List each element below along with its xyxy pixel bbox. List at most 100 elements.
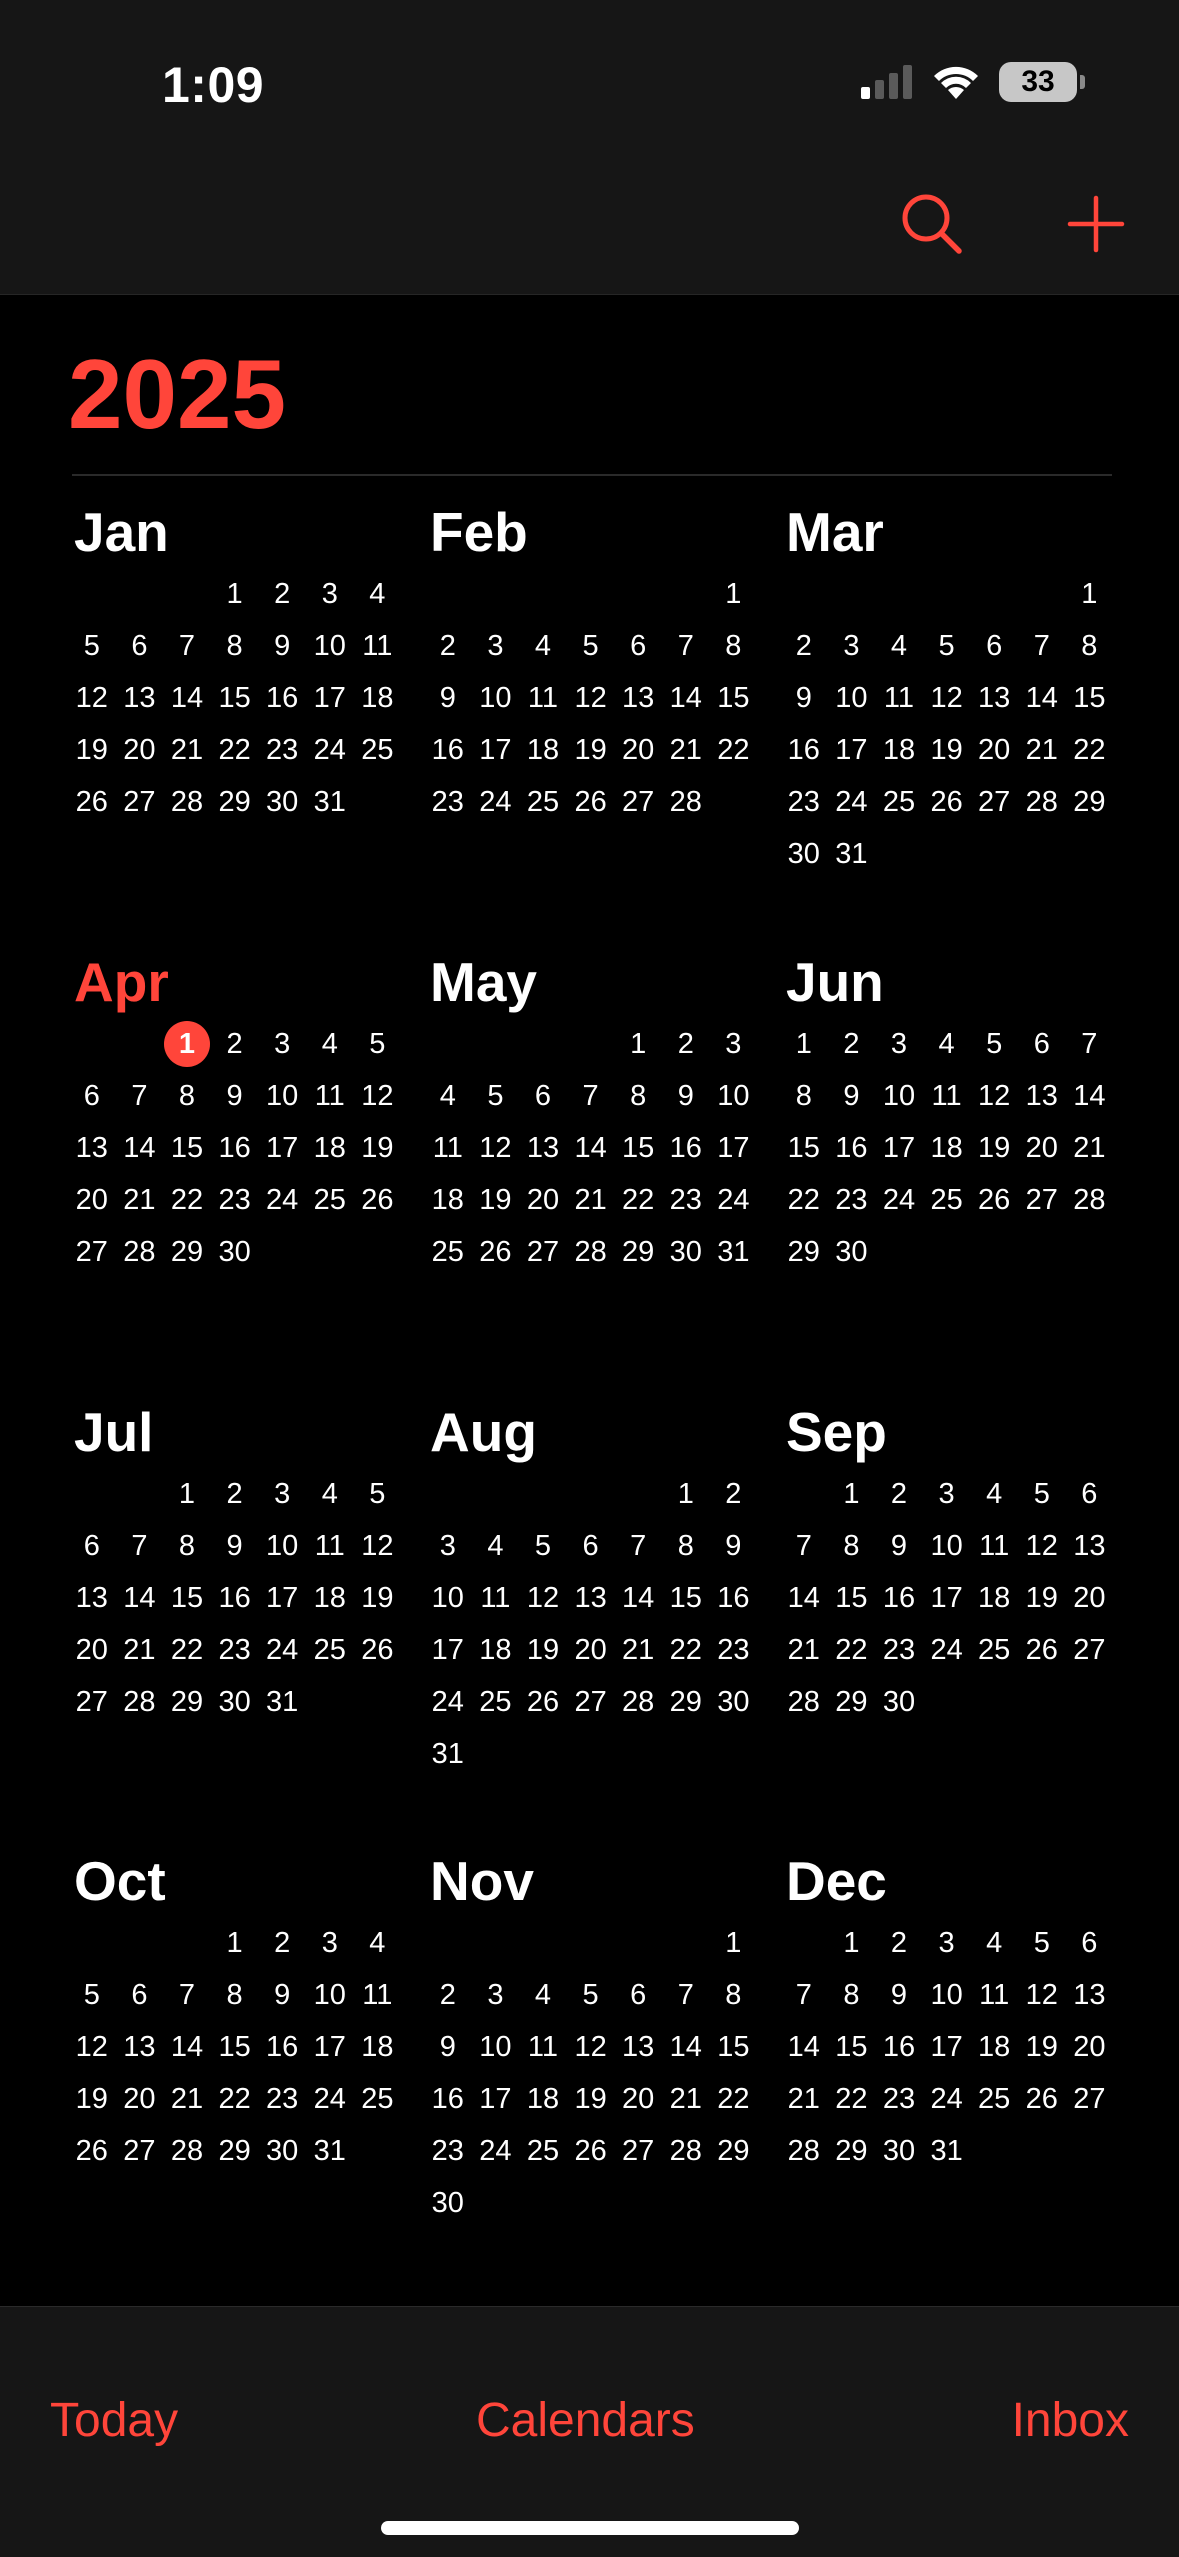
day: 7 <box>131 1530 148 1562</box>
day: 20 <box>978 734 1011 766</box>
day: 2 <box>725 1478 742 1510</box>
day: 28 <box>170 2135 204 2167</box>
bottom-toolbar: Today Calendars Inbox <box>0 2306 1179 2557</box>
month-jan[interactable]: Jan 1 2 3 4 5 6 7 8 9 10 11 12 13 14 15 16 17 18 19 20 21 22 23… <box>68 498 408 828</box>
day: 7 <box>178 1979 196 2011</box>
day: 5 <box>582 1979 599 2011</box>
day: 19 <box>1025 1582 1058 1614</box>
today-marker: 1 <box>163 1021 210 1067</box>
month-days: 1 2 3 4 5 6 7 8 9 10 11 12 13 14 15 16 17 18 19 20 21 22 23 24 2… <box>68 1018 408 1278</box>
day: 25 <box>361 2083 394 2115</box>
day: 22 <box>622 1184 655 1216</box>
month-feb[interactable]: Feb 1 2 3 4 5 6 7 8 9 10 11 12 13 14 15 16 17 18 19 20 21 22 23… <box>424 498 764 828</box>
day: 27 <box>1073 1634 1106 1666</box>
month-jul[interactable]: Jul 1 2 3 4 5 6 7 8 9 10 11 12 13 14 15 16 17 18 19 20 21 22 23… <box>68 1398 408 1728</box>
day: 27 <box>123 786 156 818</box>
day: 25 <box>431 1236 464 1268</box>
day: 28 <box>669 786 702 818</box>
day: 30 <box>882 2135 916 2167</box>
day: 22 <box>170 1634 204 1666</box>
day: 23 <box>266 2083 299 2115</box>
day: 13 <box>123 682 156 714</box>
day: 18 <box>313 1582 346 1614</box>
day: 1 <box>226 1927 243 1959</box>
month-nov[interactable]: Nov 1 2 3 4 5 6 7 8 9 10 11 12 13 14 15 16 17 18 19 20 21 22 23… <box>424 1847 764 2229</box>
month-days: 1 2 3 4 5 6 7 8 9 10 11 12 13 14 15 16 17 18 19 20 21 22 23 24 2… <box>68 1468 408 1728</box>
inbox-button[interactable]: Inbox <box>1012 2393 1129 2448</box>
day: 5 <box>582 630 599 662</box>
day: 14 <box>170 2031 204 2063</box>
day: 15 <box>218 682 251 714</box>
day: 19 <box>526 1634 560 1666</box>
month-days: 1 2 3 4 5 6 7 8 9 10 11 12 13 14 15 16 17 18 19 20 21 22 23 24 2… <box>424 568 764 828</box>
day: 5 <box>1033 1478 1050 1510</box>
day: 2 <box>677 1028 694 1060</box>
day: 11 <box>527 2031 559 2063</box>
day: 31 <box>431 1738 464 1770</box>
day: 6 <box>1033 1028 1050 1060</box>
day: 5 <box>534 1530 552 1562</box>
today-button[interactable]: Today <box>50 2393 178 2448</box>
day: 24 <box>835 786 868 818</box>
day: 31 <box>930 2135 963 2167</box>
day: 17 <box>717 1132 750 1164</box>
day: 4 <box>369 1927 386 1959</box>
month-days: 1 2 3 4 5 6 7 8 9 10 11 12 13 14 15 16 17 18 19 20 21 22 23 24 2… <box>424 1917 764 2229</box>
month-may[interactable]: May 1 2 3 4 5 6 7 8 9 10 11 12 13 14 15 16 17 18 19 20 21 22 23… <box>424 948 764 1278</box>
day: 25 <box>882 786 916 818</box>
day: 24 <box>930 1634 963 1666</box>
day: 12 <box>361 1080 394 1112</box>
month-mar[interactable]: Mar 1 2 3 4 5 6 7 8 9 10 11 12 13 14 15 16 17 18 19 20 21 22 23… <box>780 498 1120 880</box>
day: 24 <box>882 1184 916 1216</box>
day: 10 <box>266 1530 299 1562</box>
day: 8 <box>725 630 742 662</box>
day: 23 <box>882 1634 916 1666</box>
day: 6 <box>534 1080 552 1112</box>
day: 27 <box>75 1236 108 1268</box>
calendars-button[interactable]: Calendars <box>476 2393 695 2448</box>
month-oct[interactable]: Oct 1 2 3 4 5 6 7 8 9 10 11 12 13 14 15 16 17 18 19 20 21 22 23… <box>68 1847 408 2177</box>
day: 8 <box>677 1530 694 1562</box>
day: 22 <box>835 2083 868 2115</box>
day: 8 <box>226 1979 243 2011</box>
day: 18 <box>479 1634 512 1666</box>
day: 23 <box>787 786 820 818</box>
day: 16 <box>431 734 464 766</box>
day: 27 <box>123 2135 156 2167</box>
month-dec[interactable]: Dec 1 2 3 4 5 6 7 8 9 10 11 12 13 14 15 16 17 18 19 20 21 22 23… <box>780 1847 1120 2177</box>
day: 6 <box>131 1979 148 2011</box>
day: 1 <box>226 578 243 610</box>
day: 24 <box>930 2083 963 2115</box>
day: 10 <box>930 1530 963 1562</box>
day: 17 <box>479 734 512 766</box>
day: 14 <box>622 1582 655 1614</box>
month-days: 1 2 3 4 5 6 7 8 9 10 11 12 13 14 15 16 17 18 19 20 21 22 23 24 2… <box>780 1917 1120 2177</box>
day: 30 <box>787 838 820 870</box>
day: 11 <box>931 1080 962 1112</box>
add-event-button[interactable] <box>1060 188 1132 260</box>
day: 26 <box>1025 1634 1058 1666</box>
day: 12 <box>574 682 607 714</box>
day: 18 <box>313 1132 346 1164</box>
day: 15 <box>717 2031 750 2063</box>
month-name: Oct <box>74 1850 166 1912</box>
day: 4 <box>986 1927 1003 1959</box>
month-sep[interactable]: Sep 1 2 3 4 5 6 7 8 9 10 11 12 13 14 15 16 17 18 19 20 21 22 23… <box>780 1398 1120 1728</box>
battery-level: 33 <box>999 62 1077 102</box>
day: 16 <box>882 1582 916 1614</box>
month-apr[interactable]: Apr 1 2 3 4 5 6 7 8 9 10 11 12 13 14 15 16 17 18 19 20 21 22 23… <box>68 948 408 1278</box>
day: 17 <box>313 2031 346 2063</box>
month-aug[interactable]: Aug 1 2 3 4 5 6 7 8 9 10 11 12 13 14 15 16 17 18 19 20 21 22 23… <box>424 1398 764 1780</box>
month-jun[interactable]: Jun 1 2 3 4 5 6 7 8 9 10 11 12 13 14 15 16 17 18 19 20 21 22 23… <box>780 948 1120 1278</box>
day: 31 <box>835 838 868 870</box>
search-button[interactable] <box>896 188 968 260</box>
home-indicator[interactable] <box>381 2521 799 2535</box>
day: 19 <box>574 2083 607 2115</box>
day: 6 <box>986 630 1003 662</box>
day: 4 <box>439 1080 456 1112</box>
day: 11 <box>480 1582 511 1614</box>
year-title[interactable]: 2025 <box>68 345 286 443</box>
day: 16 <box>266 682 299 714</box>
day: 20 <box>622 2083 655 2115</box>
month-days: 1 2 3 4 5 6 7 8 9 10 11 12 13 14 15 16 17 18 19 20 21 22 23 24 2… <box>68 1917 408 2177</box>
